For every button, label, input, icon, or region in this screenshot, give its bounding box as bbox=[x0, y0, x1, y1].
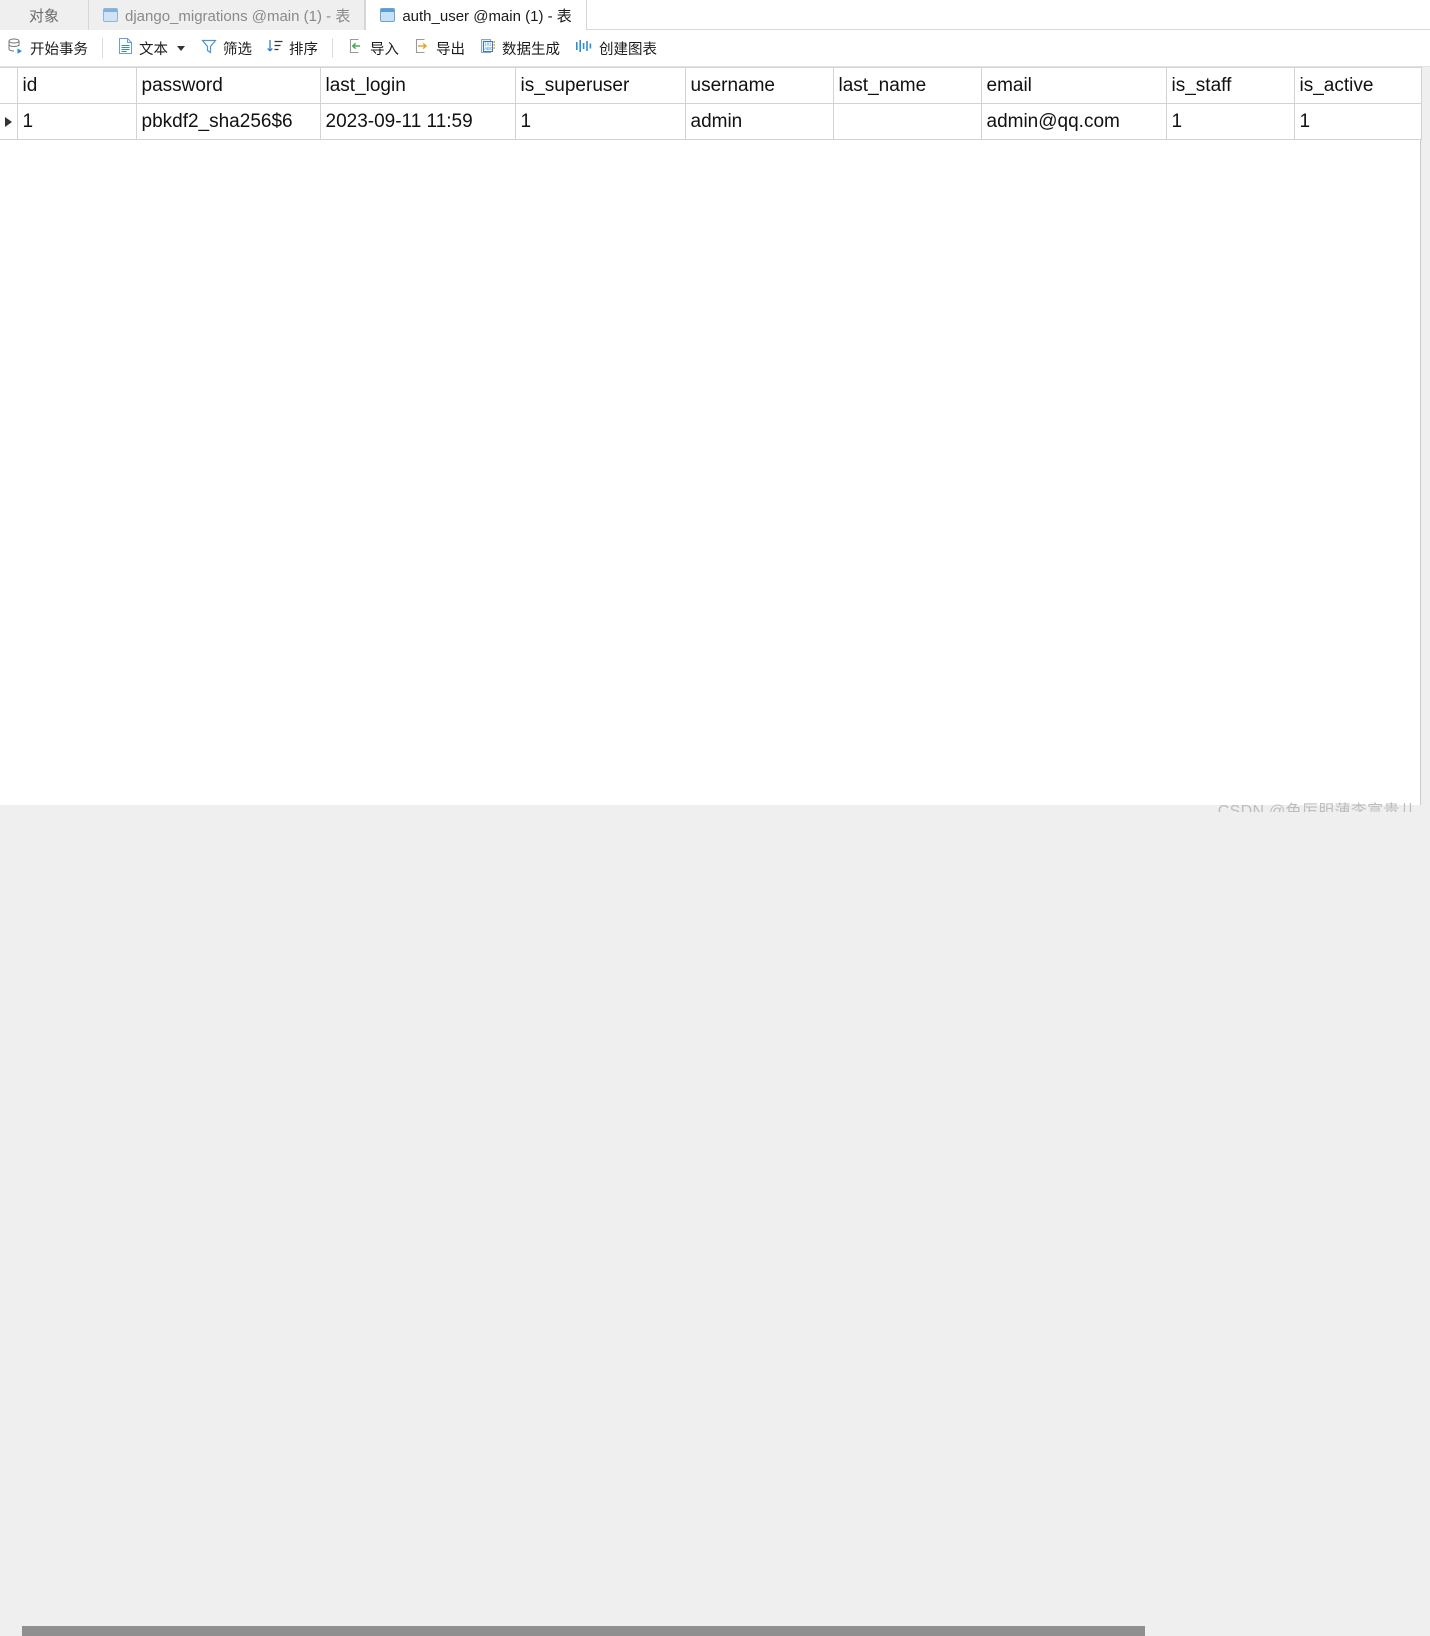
column-header-username[interactable]: username bbox=[685, 67, 834, 104]
cell-is-staff[interactable]: 1 bbox=[1166, 103, 1295, 140]
horizontal-scrollbar-thumb[interactable] bbox=[22, 1626, 1145, 1636]
column-header-password[interactable]: password bbox=[136, 67, 321, 104]
cell-last-login[interactable]: 2023-09-11 11:59 bbox=[320, 103, 516, 140]
export-icon bbox=[413, 37, 431, 59]
data-grid[interactable]: id password last_login is_superuser user… bbox=[0, 67, 1422, 140]
sort-button[interactable]: 排序 bbox=[259, 35, 325, 61]
cell-username[interactable]: admin bbox=[685, 103, 834, 140]
filter-funnel-icon bbox=[200, 37, 218, 59]
table-row[interactable]: 1 pbkdf2_sha256$6 2023-09-11 11:59 1 adm… bbox=[0, 103, 1422, 140]
table-icon bbox=[380, 8, 396, 22]
column-header-is-staff[interactable]: is_staff bbox=[1166, 67, 1295, 104]
begin-transaction-icon bbox=[7, 37, 25, 59]
create-chart-label: 创建图表 bbox=[599, 41, 657, 58]
column-header-is-active[interactable]: is_active bbox=[1294, 67, 1422, 104]
import-label: 导入 bbox=[370, 41, 399, 58]
data-generation-button[interactable]: 101 ABC 数据生成 bbox=[472, 35, 567, 61]
data-generation-icon: 101 ABC bbox=[479, 37, 497, 59]
data-table: id password last_login is_superuser user… bbox=[0, 67, 1422, 140]
cell-is-active[interactable]: 1 bbox=[1294, 103, 1422, 140]
toolbar-separator bbox=[332, 38, 333, 58]
tab-auth-user-label: auth_user @main (1) - 表 bbox=[402, 7, 572, 25]
column-header-email[interactable]: email bbox=[981, 67, 1167, 104]
import-button[interactable]: 导入 bbox=[340, 35, 406, 61]
create-chart-icon bbox=[574, 37, 594, 59]
import-icon bbox=[347, 37, 365, 59]
data-generation-label: 数据生成 bbox=[502, 41, 560, 58]
table-header-row: id password last_login is_superuser user… bbox=[0, 67, 1422, 104]
table-icon bbox=[103, 8, 118, 22]
toolbar: 开始事务 文本 筛选 排序 导入 导出 101 ABC 数据生成 创建图表 bbox=[0, 30, 1430, 67]
text-view-label: 文本 bbox=[139, 41, 168, 58]
column-header-is-superuser[interactable]: is_superuser bbox=[515, 67, 686, 104]
export-button[interactable]: 导出 bbox=[406, 35, 472, 61]
tab-objects-label: 对象 bbox=[28, 7, 59, 25]
text-document-icon bbox=[117, 37, 134, 59]
column-header-last-login[interactable]: last_login bbox=[320, 67, 516, 104]
tab-auth-user[interactable]: auth_user @main (1) - 表 bbox=[365, 0, 587, 30]
horizontal-scrollbar-track[interactable] bbox=[0, 812, 1430, 1636]
tab-objects[interactable]: 对象 bbox=[0, 0, 89, 30]
column-header-last-name[interactable]: last_name bbox=[833, 67, 982, 104]
filter-label: 筛选 bbox=[223, 41, 252, 58]
toolbar-separator bbox=[102, 38, 103, 58]
tab-strip-filler bbox=[586, 0, 1430, 30]
begin-transaction-label: 开始事务 bbox=[30, 41, 88, 58]
text-view-button[interactable]: 文本 bbox=[110, 35, 193, 61]
cell-password[interactable]: pbkdf2_sha256$6 bbox=[136, 103, 321, 140]
create-chart-button[interactable]: 创建图表 bbox=[567, 35, 664, 61]
cell-id[interactable]: 1 bbox=[17, 103, 137, 140]
grid-background bbox=[0, 67, 1421, 805]
cell-last-name[interactable] bbox=[833, 103, 982, 140]
filter-button[interactable]: 筛选 bbox=[193, 35, 259, 61]
cell-is-superuser[interactable]: 1 bbox=[515, 103, 686, 140]
tab-django-migrations[interactable]: django_migrations @main (1) - 表 bbox=[89, 0, 366, 30]
current-row-marker bbox=[0, 103, 18, 140]
chevron-down-icon[interactable] bbox=[177, 45, 185, 51]
begin-transaction-button[interactable]: 开始事务 bbox=[0, 35, 95, 61]
column-header-id[interactable]: id bbox=[17, 67, 137, 104]
svg-text:ABC: ABC bbox=[484, 46, 493, 51]
row-arrow-icon bbox=[5, 116, 12, 127]
row-gutter-header bbox=[0, 67, 18, 104]
cell-email[interactable]: admin@qq.com bbox=[981, 103, 1167, 140]
tab-strip: 对象 django_migrations @main (1) - 表 auth_… bbox=[0, 0, 1430, 30]
tab-django-migrations-label: django_migrations @main (1) - 表 bbox=[125, 7, 351, 25]
export-label: 导出 bbox=[436, 41, 465, 58]
sort-icon bbox=[266, 37, 284, 59]
sort-label: 排序 bbox=[289, 41, 318, 58]
